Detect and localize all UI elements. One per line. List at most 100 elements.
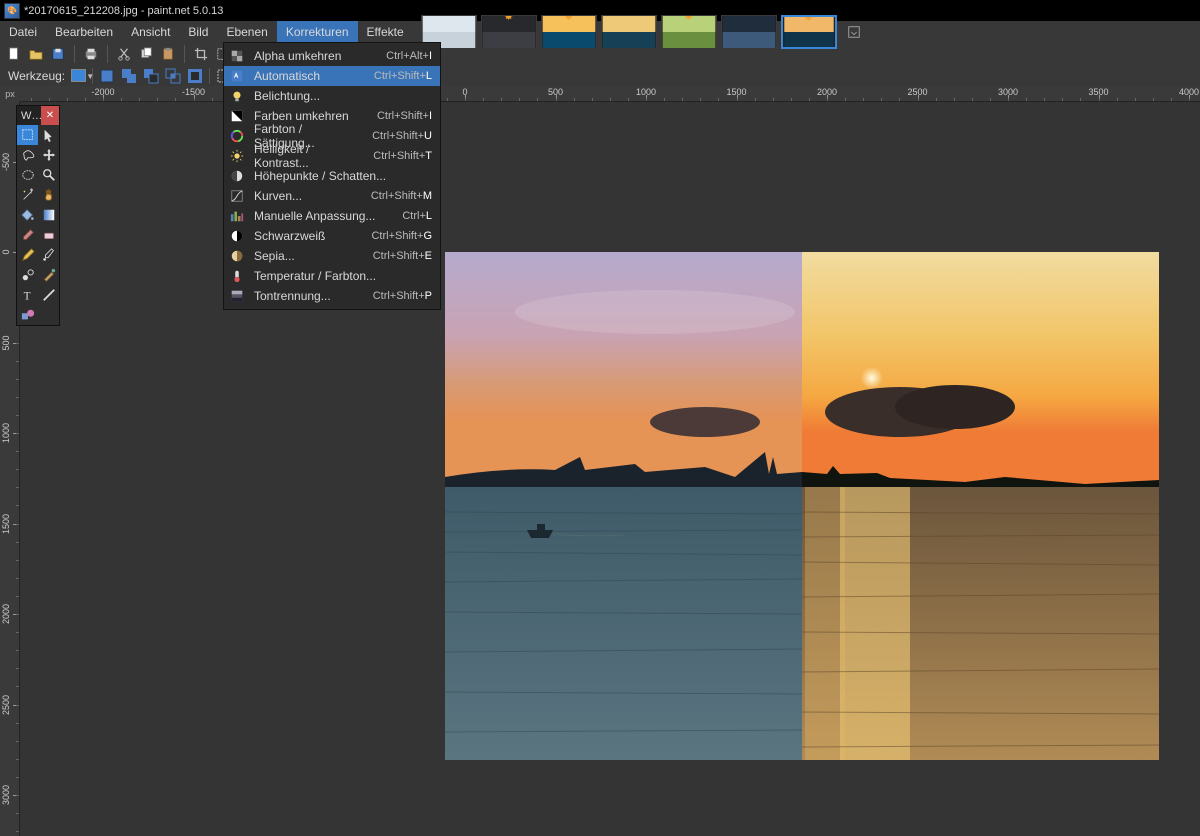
text-tool[interactable]: T — [17, 285, 38, 305]
menuitem-label: Sepia... — [254, 249, 365, 263]
menuitem-sepia[interactable]: Sepia... Ctrl+Shift+E — [224, 246, 440, 266]
document-thumbnails: ✸✸✸✸ — [421, 21, 841, 42]
menu-bearbeiten[interactable]: Bearbeiten — [46, 21, 122, 42]
line-tool[interactable] — [38, 285, 59, 305]
document-thumb-5[interactable] — [721, 15, 777, 49]
menuitem-bright[interactable]: Helligkeit / Kontrast... Ctrl+Shift+T — [224, 146, 440, 166]
eraser-tool[interactable] — [38, 225, 59, 245]
menuitem-curves[interactable]: Kurven... Ctrl+Shift+M — [224, 186, 440, 206]
menu-ebenen[interactable]: Ebenen — [217, 21, 276, 42]
save-icon[interactable] — [50, 46, 66, 62]
menuitem-shortcut: Ctrl+Shift+P — [373, 290, 432, 302]
app-icon: 🎨 — [4, 3, 20, 19]
menuitem-bw[interactable]: Schwarzweiß Ctrl+Shift+G — [224, 226, 440, 246]
svg-text:T: T — [23, 290, 30, 302]
rect-select-tool[interactable] — [17, 125, 38, 145]
document-thumb-1[interactable]: ✸ — [481, 15, 537, 49]
menuitem-shortcut: Ctrl+Alt+I — [386, 50, 432, 62]
sepia-icon — [228, 248, 246, 264]
menuitem-alpha[interactable]: Alpha umkehren Ctrl+Alt+I — [224, 46, 440, 66]
menu-datei[interactable]: Datei — [0, 21, 46, 42]
separator — [184, 45, 185, 63]
selmode-subtract-icon[interactable] — [143, 68, 159, 84]
selmode-replace-icon[interactable] — [99, 68, 115, 84]
bright-icon — [228, 148, 246, 164]
new-file-icon[interactable] — [6, 46, 22, 62]
menuitem-temp[interactable]: Temperatur / Farbton... — [224, 266, 440, 286]
menuitem-label: Helligkeit / Kontrast... — [254, 142, 365, 170]
toolbox-title[interactable]: W… ✕ — [17, 106, 59, 125]
selmode-add-icon[interactable] — [121, 68, 137, 84]
selmode-intersect-icon[interactable] — [165, 68, 181, 84]
menu-effekte[interactable]: Effekte — [358, 21, 413, 42]
tool-label: Werkzeug: — [8, 69, 65, 83]
print-icon[interactable] — [83, 46, 99, 62]
ellipse-select-tool[interactable] — [17, 165, 38, 185]
temp-icon — [228, 268, 246, 284]
tool-select-dropdown[interactable]: ▼ — [71, 69, 86, 82]
manual-icon — [228, 208, 246, 224]
document-thumb-6[interactable]: ✸ — [781, 15, 837, 49]
document-thumb-2[interactable]: ✸ — [541, 15, 597, 49]
menuitem-label: Manuelle Anpassung... — [254, 209, 394, 223]
pan-tool[interactable] — [38, 185, 59, 205]
menu-bild[interactable]: Bild — [179, 21, 217, 42]
selmode-invert-icon[interactable] — [187, 68, 203, 84]
menuitem-auto[interactable]: Automatisch Ctrl+Shift+L — [224, 66, 440, 86]
recolor-tool[interactable] — [38, 265, 59, 285]
toolbox-close-button[interactable]: ✕ — [41, 106, 59, 125]
menuitem-shortcut: Ctrl+Shift+E — [373, 250, 432, 262]
bulb-icon — [228, 88, 246, 104]
document-thumb-4[interactable]: ✸ — [661, 15, 717, 49]
ruler-corner: px — [0, 86, 20, 102]
poster-icon — [228, 288, 246, 304]
picker-tool[interactable] — [38, 245, 59, 265]
zoom-tool[interactable] — [38, 165, 59, 185]
menu-ansicht[interactable]: Ansicht — [122, 21, 179, 42]
menuitem-manual[interactable]: Manuelle Anpassung... Ctrl+L — [224, 206, 440, 226]
window-title: *20170615_212208.jpg - paint.net 5.0.13 — [24, 5, 223, 17]
toolbox-title-text: W… — [21, 110, 42, 122]
lasso-tool[interactable] — [17, 145, 38, 165]
shapes-tool[interactable] — [17, 305, 38, 325]
thumbnails-overflow-icon[interactable] — [847, 25, 861, 39]
auto-icon — [228, 68, 246, 84]
invert-icon — [228, 108, 246, 124]
menuitem-shortcut: Ctrl+Shift+U — [372, 130, 432, 142]
toolbox-panel[interactable]: W… ✕ T — [16, 105, 60, 326]
document-thumb-3[interactable] — [601, 15, 657, 49]
menuitem-shortcut: Ctrl+Shift+M — [371, 190, 432, 202]
menuitem-label: Belichtung... — [254, 89, 424, 103]
clone-tool[interactable] — [17, 265, 38, 285]
menuitem-label: Farben umkehren — [254, 109, 369, 123]
tool-options-bar: Werkzeug: ▼ A — [0, 65, 1200, 86]
open-file-icon[interactable] — [28, 46, 44, 62]
copy-icon[interactable] — [138, 46, 154, 62]
korrekturen-menu[interactable]: Alpha umkehren Ctrl+Alt+I Automatisch Ct… — [223, 42, 441, 310]
pencil-tool[interactable] — [17, 245, 38, 265]
paste-icon[interactable] — [160, 46, 176, 62]
canvas-area[interactable] — [20, 102, 1200, 836]
wand-tool[interactable] — [17, 185, 38, 205]
fill-tool[interactable] — [17, 205, 38, 225]
cut-icon[interactable] — [116, 46, 132, 62]
move-tool[interactable] — [38, 145, 59, 165]
gradient-tool[interactable] — [38, 205, 59, 225]
menuitem-bulb[interactable]: Belichtung... — [224, 86, 440, 106]
menuitem-shortcut: Ctrl+Shift+G — [371, 230, 432, 242]
menuitem-poster[interactable]: Tontrennung... Ctrl+Shift+P — [224, 286, 440, 306]
menu-korrekturen[interactable]: Korrekturen — [277, 21, 358, 42]
canvas-image — [445, 252, 1159, 760]
bw-icon — [228, 228, 246, 244]
crop-icon[interactable] — [193, 46, 209, 62]
menuitem-label: Tontrennung... — [254, 289, 365, 303]
menuitem-label: Höhepunkte / Schatten... — [254, 169, 424, 183]
move-select-tool[interactable] — [38, 125, 59, 145]
menuitem-shortcut: Ctrl+L — [402, 210, 432, 222]
brush-tool[interactable] — [17, 225, 38, 245]
separator — [107, 45, 108, 63]
menuitem-highshadow[interactable]: Höhepunkte / Schatten... — [224, 166, 440, 186]
menubar: DateiBearbeitenAnsichtBildEbenenKorrektu… — [0, 21, 1200, 42]
menuitem-label: Alpha umkehren — [254, 49, 378, 63]
menuitem-label: Schwarzweiß — [254, 229, 363, 243]
